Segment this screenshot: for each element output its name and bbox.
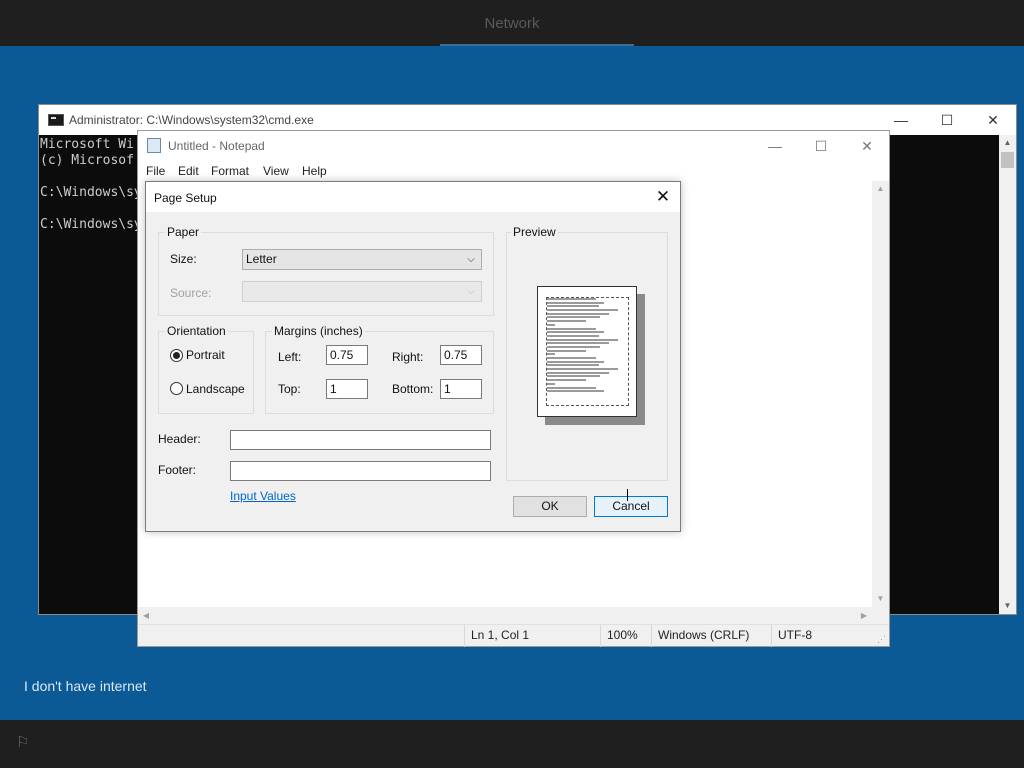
landscape-label[interactable]: Landscape — [186, 382, 245, 396]
oobe-header: Network — [0, 0, 1024, 46]
right-margin-label: Right: — [392, 350, 424, 364]
cmd-scrollbar[interactable]: ▲ ▼ — [999, 135, 1016, 614]
header-label: Header: — [158, 432, 201, 446]
orientation-group: Orientation — [158, 324, 254, 414]
portrait-radio[interactable] — [170, 349, 183, 362]
bottom-margin-input[interactable]: 1 — [440, 379, 482, 399]
portrait-label[interactable]: Portrait — [186, 348, 225, 362]
margins-group: Margins (inches) — [265, 324, 494, 414]
oobe-header-title: Network — [484, 15, 540, 32]
menu-help[interactable]: Help — [302, 164, 327, 178]
oobe-footer: ⚐ — [0, 720, 1024, 768]
paper-source-select[interactable]: ⌵ — [242, 281, 482, 302]
ok-button[interactable]: OK — [513, 496, 587, 517]
resize-grip-icon[interactable]: ⋰ — [877, 634, 887, 644]
paper-group: Paper — [158, 225, 494, 316]
size-label: Size: — [170, 252, 197, 266]
preview-text-lines — [547, 298, 628, 405]
left-margin-label: Left: — [278, 350, 302, 364]
close-icon[interactable]: ✕ — [970, 105, 1016, 135]
preview-page — [537, 286, 637, 417]
margins-group-label: Margins (inches) — [272, 324, 365, 338]
chevron-down-icon: ⌵ — [467, 286, 475, 297]
paper-group-label: Paper — [165, 225, 202, 239]
menu-view[interactable]: View — [263, 164, 289, 178]
top-margin-input[interactable]: 1 — [326, 379, 368, 399]
close-icon[interactable]: ✕ — [844, 131, 890, 161]
top-margin-label: Top: — [278, 382, 301, 396]
notepad-titlebar[interactable]: Untitled - Notepad — ☐ ✕ — [138, 131, 889, 161]
dialog-title: Page Setup — [154, 191, 217, 205]
menu-format[interactable]: Format — [211, 164, 249, 178]
scroll-left-icon[interactable]: ◀ — [138, 607, 154, 624]
footer-label: Footer: — [158, 463, 197, 477]
footer-input[interactable] — [230, 461, 491, 481]
scroll-up-icon[interactable]: ▲ — [999, 135, 1016, 151]
minimize-icon[interactable]: — — [752, 131, 798, 161]
landscape-radio[interactable] — [170, 382, 183, 395]
oobe-header-underline — [440, 44, 634, 46]
notepad-statusbar: Ln 1, Col 1 100% Windows (CRLF) UTF-8 ⋰ — [138, 624, 889, 647]
maximize-icon[interactable]: ☐ — [924, 105, 970, 135]
cmd-app-icon — [48, 114, 64, 126]
menu-file[interactable]: File — [146, 164, 165, 178]
close-icon[interactable]: ✕ — [646, 182, 680, 212]
input-values-link[interactable]: Input Values — [230, 489, 296, 503]
accessibility-icon[interactable]: ⚐ — [16, 735, 32, 751]
left-margin-input[interactable]: 0.75 — [326, 345, 368, 365]
right-margin-input[interactable]: 0.75 — [440, 345, 482, 365]
scroll-thumb[interactable] — [1001, 152, 1014, 168]
chevron-down-icon: ⌵ — [467, 254, 475, 265]
scroll-down-icon[interactable]: ▼ — [999, 598, 1016, 614]
cmd-window-title: Administrator: C:\Windows\system32\cmd.e… — [69, 113, 314, 127]
notepad-app-icon — [147, 138, 161, 153]
scroll-right-icon[interactable]: ▶ — [856, 607, 872, 624]
source-label: Source: — [170, 286, 212, 300]
cancel-button[interactable]: Cancel — [594, 496, 668, 517]
paper-size-select[interactable]: Letter ⌵ — [242, 249, 482, 270]
menu-edit[interactable]: Edit — [178, 164, 199, 178]
notepad-vertical-scrollbar[interactable]: ▲ ▼ — [872, 181, 889, 607]
cursor-ibeam-icon — [627, 489, 629, 501]
header-input[interactable] — [230, 430, 491, 450]
dialog-titlebar[interactable]: Page Setup ✕ — [146, 182, 680, 212]
notepad-menubar: File Edit Format View Help — [138, 161, 889, 181]
paper-size-value: Letter — [246, 252, 277, 266]
notepad-window-title: Untitled - Notepad — [168, 139, 265, 153]
preview-group-label: Preview — [511, 225, 558, 239]
status-zoom: 100% — [600, 625, 651, 647]
bottom-margin-label: Bottom: — [392, 382, 434, 396]
status-cursor-position: Ln 1, Col 1 — [464, 625, 600, 647]
status-line-ending: Windows (CRLF) — [651, 625, 771, 647]
maximize-icon[interactable]: ☐ — [798, 131, 844, 161]
notepad-horizontal-scrollbar[interactable]: ◀ ▶ — [138, 607, 872, 624]
scroll-down-icon[interactable]: ▼ — [872, 591, 889, 607]
scroll-up-icon[interactable]: ▲ — [872, 181, 889, 197]
no-internet-link[interactable]: I don't have internet — [24, 678, 147, 694]
orientation-group-label: Orientation — [165, 324, 228, 338]
status-encoding: UTF-8 — [771, 625, 871, 647]
scrollbar-corner — [872, 607, 889, 624]
